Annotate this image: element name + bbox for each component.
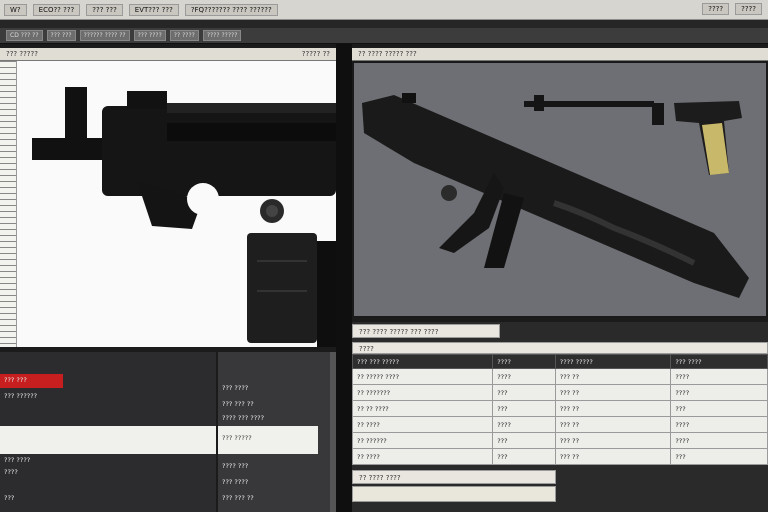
list-item[interactable]: ???? ??? ???? [218,412,264,424]
column-header[interactable]: ??? ??? ????? [351,354,494,369]
table-row[interactable]: ?? ?????? ??? ??? ?? ???? [351,432,768,449]
table-cell: ??? ?? [554,384,672,401]
tool-4[interactable]: ??? ???? [133,30,166,41]
table-cell: ??? [670,448,768,465]
column-header[interactable]: ??? ???? [670,354,768,369]
table-row[interactable]: ?? ????? ???? ???? ??? ?? ???? [351,368,768,385]
menu-right-item-1[interactable]: ???? [702,3,730,15]
table-cell: ???? [670,384,768,401]
list-item[interactable]: ??? ?????? [0,390,37,402]
list-item[interactable]: ??? ??? [0,374,27,386]
table-cell: ?? ?????? [351,432,494,449]
list-item[interactable]: ??? ??? ?? [218,492,254,504]
left-view-header: ??? ????? ????? ?? [0,48,336,61]
pane-splitter[interactable] [336,44,352,512]
table-cell: ??? [492,384,556,401]
table-cell: ???? [670,432,768,449]
right-view-header: ?? ???? ????? ??? [352,48,768,61]
table-cell: ???? [492,416,556,433]
menu-item-3[interactable]: ??? ??? [86,3,123,16]
table-row[interactable]: ?? ???? ???? ??? ?? ???? [351,416,768,433]
rifle-perspective-render [362,93,749,298]
data-table: ??? ??? ????? ???? ???? ????? ??? ???? ?… [351,354,768,465]
table-cell: ??? ?? [554,400,672,417]
table-panel: ??? ???? ????? ??? ???? ???? ??? ??? ???… [351,322,768,512]
table-subtitle: ???? [352,342,768,354]
table-cell: ??? ?? [554,432,672,449]
table-cell: ??? [492,432,556,449]
list-item[interactable]: ??? ????? [218,432,252,444]
table-cell: ??? ?? [554,448,672,465]
tool-6[interactable]: ???? ????? [202,30,242,41]
vertical-ruler[interactable] [0,61,17,347]
right-view-title: ?? ???? ????? ??? [358,50,417,58]
list-item[interactable]: ??? ???? [218,382,248,394]
table-cell: ?? ?? ???? [351,400,494,417]
column-header[interactable]: ???? ????? [554,354,672,369]
mid-list-scrollbar[interactable] [330,352,336,512]
selected-row[interactable] [0,426,216,454]
table-header-row: ??? ??? ????? ???? ???? ????? ??? ???? [351,354,768,369]
left-viewport[interactable] [17,61,336,347]
list-item[interactable]: ??? [0,492,14,504]
menu-item-5[interactable]: ?FQ??????? ???? ?????? [184,3,278,16]
table-cell: ???? [670,416,768,433]
table-cell: ??? ?? [554,416,672,433]
menu-right-item-2[interactable]: ???? [735,3,762,15]
table-cell: ??? [670,400,768,417]
menu-item-2[interactable]: ECO?? ??? [32,3,81,16]
rifle-closeup-render [32,87,336,347]
table-cell: ??? [492,400,556,417]
list-item[interactable]: ??? ??? ?? [218,398,254,410]
right-viewport[interactable] [352,61,768,318]
table-cell: ?? ????? ???? [351,368,494,385]
column-header[interactable]: ???? [492,354,556,369]
table-footer-field[interactable] [352,486,556,502]
left-list-panel: ??? ??? ??? ?????? ??? ???? ???? ??? [0,352,216,512]
table-cell: ??? ?? [554,368,672,385]
mid-list-panel: ??? ???? ??? ??? ?? ???? ??? ???? ??? ??… [218,352,330,512]
left-view-header-right: ????? ?? [301,50,330,58]
toolbar: CD ??? ?? ??? ??? ?????? ???? ?? ??? ???… [0,28,768,44]
table-cell: ?? ??????? [351,384,494,401]
list-item[interactable]: ???? [0,466,18,478]
table-row[interactable]: ?? ??????? ??? ??? ?? ???? [351,384,768,401]
table-title-button[interactable]: ??? ???? ????? ??? ???? [352,324,500,338]
list-item[interactable]: ??? ???? [218,476,248,488]
list-item[interactable]: ???? ??? [218,460,248,472]
left-view-title: ??? ????? [6,50,38,58]
menu-right-group: ???? ???? [702,3,762,15]
list-item[interactable]: ??? ???? [0,454,30,466]
table-cell: ?? ???? [351,448,494,465]
table-row[interactable]: ?? ?? ???? ??? ??? ?? ??? [351,400,768,417]
table-cell: ?? ???? [351,416,494,433]
tool-3[interactable]: ?????? ???? ?? [79,30,130,41]
menu-bar: W? ECO?? ??? ??? ??? EVT??? ??? ?FQ?????… [0,0,768,20]
table-cell: ???? [670,368,768,385]
table-footer-button[interactable]: ?? ???? ???? [352,470,556,484]
table-cell: ???? [492,368,556,385]
tool-2[interactable]: ??? ??? [46,30,76,41]
tool-1[interactable]: CD ??? ?? [6,30,43,41]
menubar-divider [0,20,768,28]
table-cell: ??? [492,448,556,465]
menu-item-4[interactable]: EVT??? ??? [128,3,179,16]
tool-5[interactable]: ?? ???? [169,30,199,41]
menu-item-1[interactable]: W? [4,3,27,16]
table-row[interactable]: ?? ???? ??? ??? ?? ??? [351,448,768,465]
